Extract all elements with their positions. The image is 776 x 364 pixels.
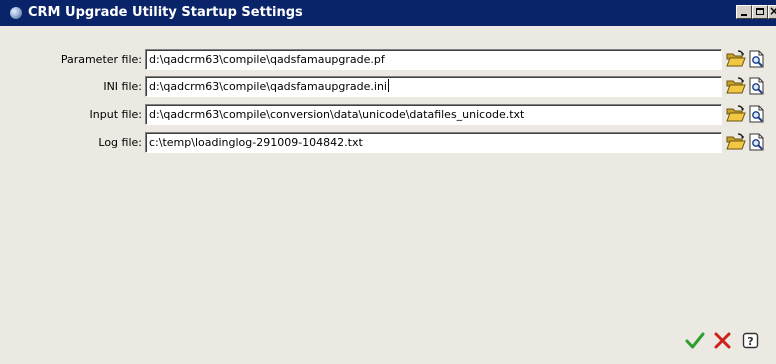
parameter-file-input[interactable]: d:\qadcrm63\compile\qadsfamaupgrade.pf — [145, 49, 722, 70]
log-file-label: Log file: — [98, 136, 142, 149]
maximize-icon — [756, 8, 764, 15]
ini-file-view-button[interactable] — [748, 77, 766, 95]
view-file-icon — [749, 133, 764, 151]
parameter-file-view-button[interactable] — [748, 50, 766, 68]
settings-window: CRM Upgrade Utility Startup Settings × P… — [0, 0, 776, 364]
app-globe-icon — [10, 7, 22, 19]
log-file-view-button[interactable] — [748, 133, 766, 151]
maximize-button[interactable] — [752, 5, 768, 19]
cancel-button[interactable] — [712, 330, 734, 352]
check-icon — [685, 332, 705, 349]
parameter-file-label: Parameter file: — [60, 53, 142, 66]
open-folder-icon — [726, 50, 746, 67]
help-button[interactable]: ? — [740, 330, 762, 352]
ini-file-input[interactable]: d:\qadcrm63\compile\qadsfamaupgrade.ini — [145, 76, 722, 97]
close-icon: × — [769, 4, 776, 18]
input-file-view-button[interactable] — [748, 105, 766, 123]
title-bar[interactable]: CRM Upgrade Utility Startup Settings × — [0, 0, 776, 26]
cancel-x-icon — [714, 332, 731, 349]
ini-file-browse-button[interactable] — [726, 77, 746, 95]
view-file-icon — [749, 105, 764, 123]
help-icon: ? — [742, 332, 759, 349]
ok-button[interactable] — [684, 330, 706, 352]
input-file-input[interactable]: d:\qadcrm63\compile\conversion\data\unic… — [145, 104, 722, 125]
open-folder-icon — [726, 105, 746, 122]
minimize-icon — [741, 14, 747, 16]
minimize-button[interactable] — [736, 5, 752, 19]
window-title: CRM Upgrade Utility Startup Settings — [28, 5, 303, 20]
view-file-icon — [749, 77, 764, 95]
ini-file-label: INI file: — [103, 80, 142, 93]
close-button[interactable]: × — [768, 4, 776, 19]
svg-text:?: ? — [747, 335, 753, 348]
open-folder-icon — [726, 77, 746, 94]
input-file-browse-button[interactable] — [726, 105, 746, 123]
log-file-browse-button[interactable] — [726, 133, 746, 151]
log-file-input[interactable]: c:\temp\loadinglog-291009-104842.txt — [145, 132, 722, 153]
parameter-file-browse-button[interactable] — [726, 50, 746, 68]
view-file-icon — [749, 50, 764, 68]
input-file-label: Input file: — [89, 108, 142, 121]
open-folder-icon — [726, 133, 746, 150]
